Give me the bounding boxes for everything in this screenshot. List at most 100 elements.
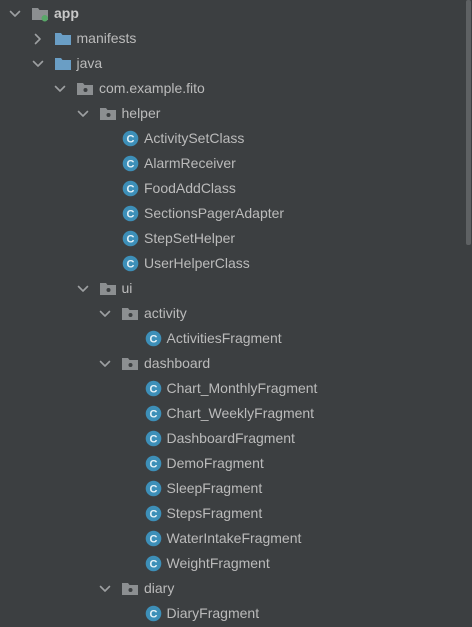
- class-icon: C: [145, 480, 162, 497]
- tree-item-label: FoodAddClass: [144, 180, 236, 196]
- class-icon: C: [145, 330, 162, 347]
- class-icon: C: [145, 430, 162, 447]
- tree-item-label: DashboardFragment: [166, 430, 295, 446]
- tree-item-userhelperclass[interactable]: C UserHelperClass: [0, 251, 462, 276]
- svg-text:C: C: [149, 333, 157, 345]
- tree-item-label: dashboard: [144, 355, 211, 371]
- package-icon: [99, 105, 117, 122]
- tree-item-diary[interactable]: diary: [0, 576, 462, 601]
- svg-text:C: C: [149, 533, 157, 545]
- svg-text:C: C: [127, 158, 135, 170]
- chevron-down-icon[interactable]: [32, 57, 44, 69]
- svg-text:C: C: [149, 458, 157, 470]
- tree-item-label: app: [54, 5, 79, 21]
- tree-item-stepsfragment[interactable]: C StepsFragment: [0, 501, 462, 526]
- chevron-down-icon[interactable]: [99, 582, 111, 594]
- tree-item-stepsethelper[interactable]: C StepSetHelper: [0, 226, 462, 251]
- tree-item-dashboardfragment[interactable]: C DashboardFragment: [0, 426, 462, 451]
- svg-text:C: C: [149, 383, 157, 395]
- svg-text:C: C: [127, 208, 135, 220]
- tree-item-activity[interactable]: activity: [0, 301, 462, 326]
- tree-item-diaryfragment[interactable]: C DiaryFragment: [0, 601, 462, 626]
- tree-item-app[interactable]: app: [0, 1, 462, 26]
- tree-item-label: WaterIntakeFragment: [166, 530, 302, 546]
- svg-text:C: C: [149, 508, 157, 520]
- tree-item-foodaddclass[interactable]: C FoodAddClass: [0, 176, 462, 201]
- chevron-down-icon[interactable]: [54, 82, 66, 94]
- svg-text:C: C: [127, 133, 135, 145]
- scrollbar-thumb[interactable]: [466, 0, 471, 245]
- package-icon: [99, 280, 117, 297]
- tree-item-activitysetclass[interactable]: C ActivitySetClass: [0, 126, 462, 151]
- project-tree: C DiaryFragment diary C WeightFragment C Water…: [0, 0, 472, 627]
- class-icon: C: [145, 405, 162, 422]
- tree-item-label: java: [76, 55, 103, 71]
- tree-item-ui[interactable]: ui: [0, 276, 462, 301]
- tree-item-label: Chart_WeeklyFragment: [166, 405, 315, 421]
- svg-text:C: C: [127, 233, 135, 245]
- chevron-down-icon[interactable]: [77, 107, 89, 119]
- package-icon: [121, 580, 139, 597]
- tree-item-dashboard[interactable]: dashboard: [0, 351, 462, 376]
- tree-item-label: manifests: [76, 30, 137, 46]
- class-icon: C: [145, 380, 162, 397]
- class-icon: C: [145, 530, 162, 547]
- tree-item-sectionspageradapter[interactable]: C SectionsPagerAdapter: [0, 201, 462, 226]
- tree-item-label: helper: [121, 105, 161, 121]
- chevron-right-icon[interactable]: [32, 32, 44, 45]
- svg-text:C: C: [127, 258, 135, 270]
- module-folder-icon: [31, 5, 49, 22]
- tree-item-sleepfragment[interactable]: C SleepFragment: [0, 476, 462, 501]
- package-icon: [76, 80, 94, 97]
- svg-text:C: C: [127, 183, 135, 195]
- class-icon: C: [145, 605, 162, 622]
- tree-item-label: UserHelperClass: [144, 255, 250, 271]
- folder-icon: [54, 55, 72, 72]
- chevron-down-icon[interactable]: [99, 357, 111, 369]
- tree-item-label: Chart_MonthlyFragment: [166, 380, 318, 396]
- vertical-scrollbar[interactable]: [465, 0, 472, 627]
- tree-item-com-example-fito[interactable]: com.example.fito: [0, 76, 462, 101]
- tree-item-waterintakefragment[interactable]: C WaterIntakeFragment: [0, 526, 462, 551]
- chevron-down-icon[interactable]: [99, 307, 111, 319]
- tree-item-label: SectionsPagerAdapter: [144, 205, 285, 221]
- package-icon: [121, 355, 139, 372]
- svg-text:C: C: [149, 433, 157, 445]
- tree-item-label: SleepFragment: [166, 480, 263, 496]
- folder-icon: [54, 30, 72, 47]
- tree-item-label: AlarmReceiver: [144, 155, 236, 171]
- class-icon: C: [122, 180, 139, 197]
- tree-item-demofragment[interactable]: C DemoFragment: [0, 451, 462, 476]
- tree-item-chart-monthlyfragment[interactable]: C Chart_MonthlyFragment: [0, 376, 462, 401]
- tree-item-java[interactable]: java: [0, 51, 462, 76]
- tree-item-helper[interactable]: helper: [0, 101, 462, 126]
- tree-item-label: diary: [144, 580, 175, 596]
- class-icon: C: [122, 255, 139, 272]
- tree-item-chart-weeklyfragment[interactable]: C Chart_WeeklyFragment: [0, 401, 462, 426]
- tree-item-label: StepsFragment: [166, 505, 263, 521]
- tree-item-weightfragment[interactable]: C WeightFragment: [0, 551, 462, 576]
- tree-item-manifests[interactable]: manifests: [0, 26, 462, 51]
- svg-text:C: C: [149, 558, 157, 570]
- tree-item-alarmreceiver[interactable]: C AlarmReceiver: [0, 151, 462, 176]
- tree-item-label: StepSetHelper: [144, 230, 236, 246]
- class-icon: C: [122, 205, 139, 222]
- tree-item-label: WeightFragment: [166, 555, 270, 571]
- chevron-down-icon[interactable]: [77, 282, 89, 294]
- class-icon: C: [145, 505, 162, 522]
- svg-text:C: C: [149, 408, 157, 420]
- tree-item-activitiesfragment[interactable]: C ActivitiesFragment: [0, 326, 462, 351]
- svg-text:C: C: [149, 483, 157, 495]
- class-icon: C: [122, 130, 139, 147]
- tree-item-label: activity: [144, 305, 187, 321]
- class-icon: C: [145, 555, 162, 572]
- tree-item-label: ActivitiesFragment: [166, 330, 282, 346]
- chevron-down-icon[interactable]: [9, 7, 21, 19]
- tree-item-label: com.example.fito: [99, 80, 205, 96]
- class-icon: C: [145, 455, 162, 472]
- svg-text:C: C: [149, 608, 157, 620]
- package-icon: [121, 305, 139, 322]
- class-icon: C: [122, 230, 139, 247]
- tree-item-label: DemoFragment: [166, 455, 264, 471]
- tree-item-label: DiaryFragment: [166, 605, 260, 621]
